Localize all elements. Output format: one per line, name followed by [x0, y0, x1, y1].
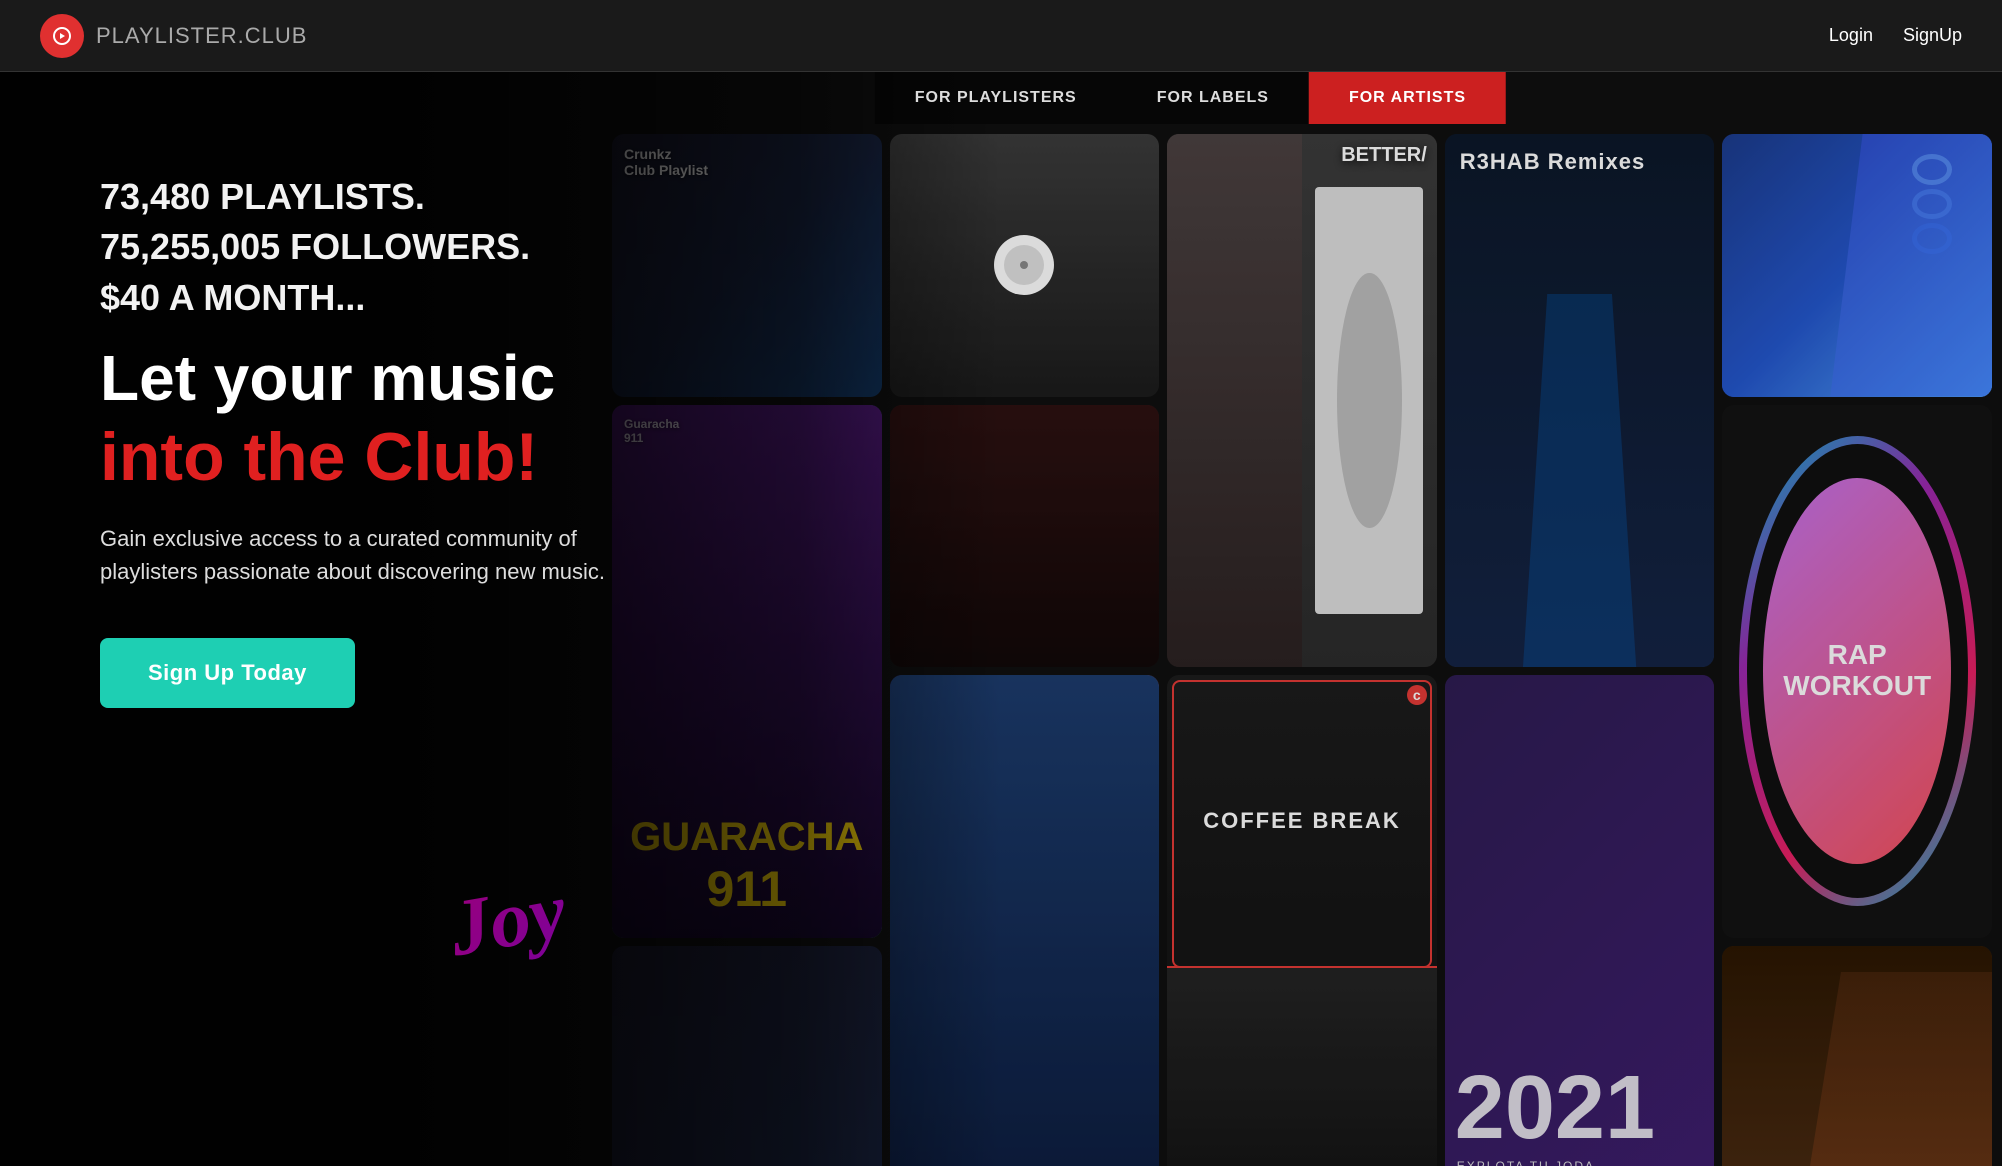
tab-labels[interactable]: FOR LABELS	[1117, 72, 1309, 124]
playlist-card-headphones	[890, 134, 1160, 397]
login-link[interactable]: Login	[1829, 25, 1873, 46]
playlist-card-sunglasses	[890, 675, 1160, 1166]
navbar: PLAYLISTER.CLUB Login SignUp	[0, 0, 2002, 72]
stat-playlists: 73,480 PLAYLISTS.	[100, 172, 660, 222]
hero-title-red: into the Club!	[100, 420, 660, 495]
r3hab-figure	[1499, 294, 1661, 667]
hero-description: Gain exclusive access to a curated commu…	[100, 522, 660, 588]
logo-text: PLAYLISTER.CLUB	[96, 23, 307, 49]
playlist-card-anime	[1722, 946, 1992, 1166]
tab-playlisters[interactable]: FOR PLAYLISTERS	[875, 72, 1117, 124]
navbar-auth: Login SignUp	[1829, 25, 1962, 46]
playlist-card-r3hab: R3HAB Remixes	[1445, 134, 1715, 667]
hero-title: Let your music	[100, 343, 660, 413]
hero-stats: 73,480 PLAYLISTS. 75,255,005 FOLLOWERS. …	[100, 172, 660, 323]
logo: PLAYLISTER.CLUB	[40, 14, 307, 58]
logo-icon	[40, 14, 84, 58]
cta-signup-button[interactable]: Sign Up Today	[100, 638, 355, 708]
neon-signature: Joy	[443, 866, 573, 976]
playlist-card-better: BETTER/	[1167, 134, 1437, 667]
hero-content: 73,480 PLAYLISTS. 75,255,005 FOLLOWERS. …	[100, 172, 660, 708]
hero-section: FOR PLAYLISTERS FOR LABELS FOR ARTISTS C…	[0, 72, 2002, 1166]
playlist-card-col1-4	[612, 946, 882, 1166]
playlist-card-chains	[1722, 134, 1992, 397]
playlist-grid: CrunkzClub Playlist Guaracha911 GUARACHA…	[602, 124, 2002, 1166]
stat-followers: 75,255,005 FOLLOWERS.	[100, 222, 660, 272]
signup-link[interactable]: SignUp	[1903, 25, 1962, 46]
playlist-card-coffee: COFFEE BREAK c	[1167, 675, 1437, 1166]
tab-artists[interactable]: FOR ARTISTS	[1309, 72, 1506, 124]
playlist-card-rap: RAPWORKOUT	[1722, 405, 1992, 938]
playlist-card-person2	[890, 405, 1160, 668]
rap-workout-text: RAPWORKOUT	[1783, 640, 1931, 702]
stat-price: $40 A MONTH...	[100, 273, 660, 323]
tab-bar: FOR PLAYLISTERS FOR LABELS FOR ARTISTS	[875, 72, 1506, 124]
playlist-card-2021: 2021 EXPLOTA TU JODA Listen on Spotify	[1445, 675, 1715, 1166]
